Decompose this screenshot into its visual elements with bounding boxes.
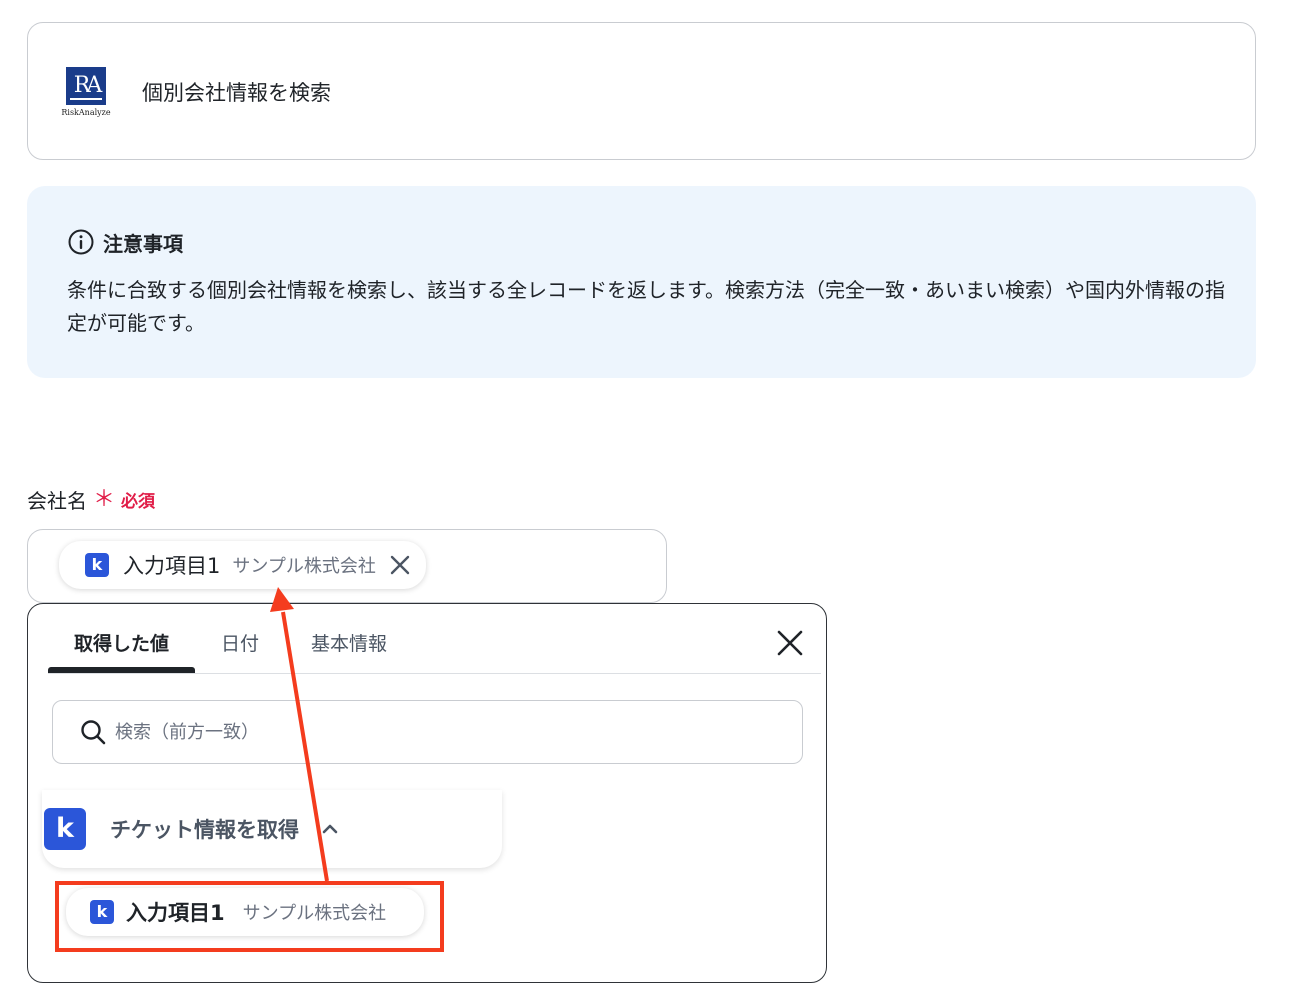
logo-mark: RA	[66, 67, 106, 105]
search-icon	[81, 720, 106, 745]
action-title: 個別会社情報を検索	[142, 81, 331, 105]
variable-chip[interactable]: k 入力項目1 サンプル株式会社	[59, 541, 426, 589]
app-action-card: RA RiskAnalyze 個別会社情報を検索	[27, 22, 1256, 160]
chevron-up-icon[interactable]	[319, 818, 341, 840]
value-picker-popup: 取得した値 日付 基本情報 k チケット情報を取得 k 入力項目1 サンプル株式…	[27, 603, 827, 983]
company-name-label: 会社名 ＊ 必須	[27, 485, 155, 514]
active-tab-indicator	[48, 667, 195, 673]
tab-retrieved-values[interactable]: 取得した値	[74, 629, 169, 656]
search-box[interactable]	[52, 700, 803, 764]
picker-tabs: 取得した値 日付 基本情報	[48, 604, 821, 674]
company-name-input[interactable]: k 入力項目1 サンプル株式会社	[27, 529, 667, 603]
notice-title: 注意事項	[103, 231, 183, 256]
notice-panel: 注意事項 条件に合致する個別会社情報を検索し、該当する全レコードを返します。検索…	[27, 186, 1256, 378]
kintone-icon: k	[85, 553, 109, 577]
list-item-value: サンプル株式会社	[242, 903, 387, 924]
group-header[interactable]: k チケット情報を取得	[44, 808, 341, 850]
notice-body: 条件に合致する個別会社情報を検索し、該当する全レコードを返します。検索方法（完全…	[67, 278, 1225, 335]
chip-value: サンプル株式会社	[232, 556, 376, 577]
notice-header: 注意事項	[67, 228, 183, 256]
field-label-text: 会社名	[27, 489, 87, 513]
tab-date[interactable]: 日付	[221, 629, 259, 656]
list-item-label: 入力項目1	[126, 901, 225, 925]
tab-basic-info[interactable]: 基本情報	[311, 629, 387, 656]
kintone-icon: k	[44, 808, 86, 850]
search-input[interactable]	[115, 721, 715, 743]
chip-label: 入力項目1	[123, 554, 221, 578]
logo-letters: RA	[73, 73, 103, 98]
info-icon	[68, 229, 94, 255]
kintone-icon: k	[90, 900, 114, 924]
required-text: 必須	[121, 492, 156, 512]
group-title: チケット情報を取得	[110, 818, 299, 842]
list-item-chip[interactable]: k 入力項目1 サンプル株式会社	[66, 888, 425, 936]
close-icon[interactable]	[388, 553, 412, 577]
riskanalyze-logo: RA RiskAnalyze	[58, 67, 114, 119]
close-popup-icon[interactable]	[776, 629, 804, 657]
logo-caption: RiskAnalyze	[61, 108, 111, 117]
required-asterisk: ＊	[93, 486, 116, 512]
